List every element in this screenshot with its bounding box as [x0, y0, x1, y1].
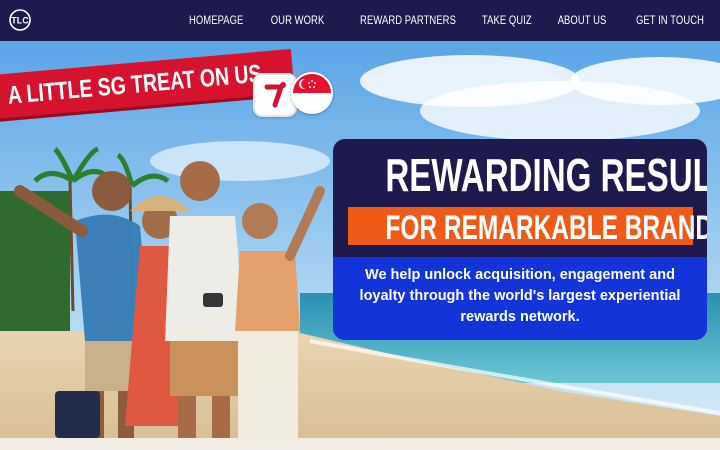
nav-get-in-touch[interactable]: GET IN TOUCH [636, 15, 704, 27]
singapore-flag-icon [291, 72, 333, 114]
page-bottom-strip [0, 438, 720, 450]
svg-text:TLC: TLC [11, 16, 29, 26]
hero-subheadline: FOR REMARKABLE BRANDS [385, 209, 707, 247]
nav-our-work[interactable]: OUR WORK [270, 15, 324, 27]
hero-headline: REWARDING RESULTS [385, 149, 707, 201]
nav-take-quiz[interactable]: TAKE QUIZ [482, 15, 532, 27]
nav-reward-partners[interactable]: REWARD PARTNERS [360, 15, 456, 27]
hero-description: We help unlock acquisition, engagement a… [359, 267, 681, 325]
hero-headline-card: REWARDING RESULTS FOR REMARKABLE BRANDS … [333, 139, 707, 340]
company-logo[interactable]: TLC [7, 9, 33, 31]
main-nav: HOMEPAGE OUR WORK REWARD PARTNERS TAKE Q… [177, 0, 704, 41]
top-navigation-bar: TLC HOMEPAGE OUR WORK REWARD PARTNERS TA… [0, 0, 720, 41]
nav-homepage[interactable]: HOMEPAGE [189, 15, 243, 27]
nav-about-us[interactable]: ABOUT US [557, 15, 606, 27]
